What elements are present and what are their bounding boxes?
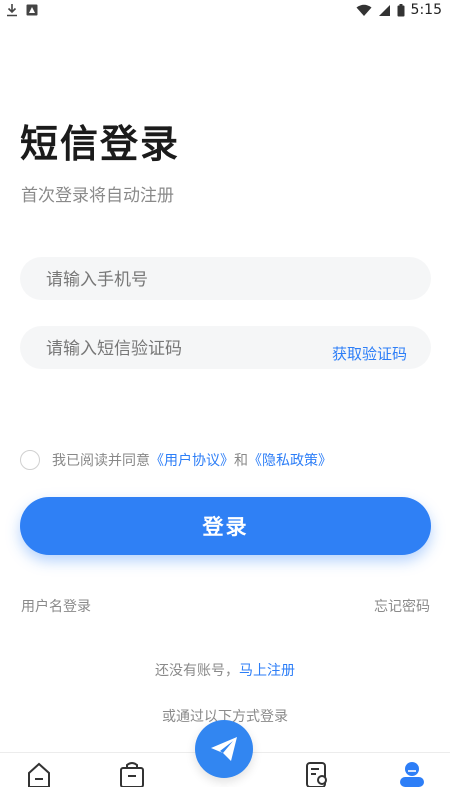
forgot-password-link[interactable]: 忘记密码 xyxy=(374,596,430,616)
register-link[interactable]: 马上注册 xyxy=(239,663,295,679)
agreement-and: 和 xyxy=(234,453,248,469)
document-search-icon[interactable] xyxy=(305,761,331,787)
agreement-row: 我已阅读并同意 《用户协议》 和 《隐私政策》 xyxy=(20,450,332,470)
download-icon xyxy=(7,4,17,17)
wifi-icon xyxy=(356,4,372,16)
send-button[interactable] xyxy=(195,720,253,778)
user-icon[interactable] xyxy=(398,761,426,787)
app-notification-icon xyxy=(26,4,38,16)
page-subtitle: 首次登录将自动注册 xyxy=(21,186,174,206)
sms-code-input[interactable] xyxy=(44,326,328,371)
home-icon[interactable] xyxy=(27,761,51,787)
status-time: 5:15 xyxy=(410,2,442,18)
status-left-icons xyxy=(6,3,38,17)
status-right: 5:15 xyxy=(356,2,442,18)
send-icon xyxy=(211,737,237,761)
agreement-checkbox[interactable] xyxy=(20,450,40,470)
user-agreement-link[interactable]: 《用户协议》 xyxy=(150,450,234,470)
login-button[interactable]: 登录 xyxy=(20,497,431,555)
signal-icon xyxy=(378,4,390,16)
agreement-prefix: 我已阅读并同意 xyxy=(52,453,150,469)
get-code-button[interactable]: 获取验证码 xyxy=(332,343,407,364)
page-title: 短信登录 xyxy=(20,122,181,166)
battery-icon xyxy=(397,3,405,16)
code-field: 获取验证码 xyxy=(20,326,431,371)
register-prompt: 还没有账号， xyxy=(155,663,239,679)
status-bar: 5:15 xyxy=(0,0,450,22)
phone-field xyxy=(20,257,431,302)
bag-icon[interactable] xyxy=(119,761,145,787)
privacy-policy-link[interactable]: 《隐私政策》 xyxy=(248,450,332,470)
username-login-link[interactable]: 用户名登录 xyxy=(21,596,91,616)
register-row: 还没有账号，马上注册 xyxy=(0,660,450,680)
phone-input[interactable] xyxy=(44,257,328,302)
